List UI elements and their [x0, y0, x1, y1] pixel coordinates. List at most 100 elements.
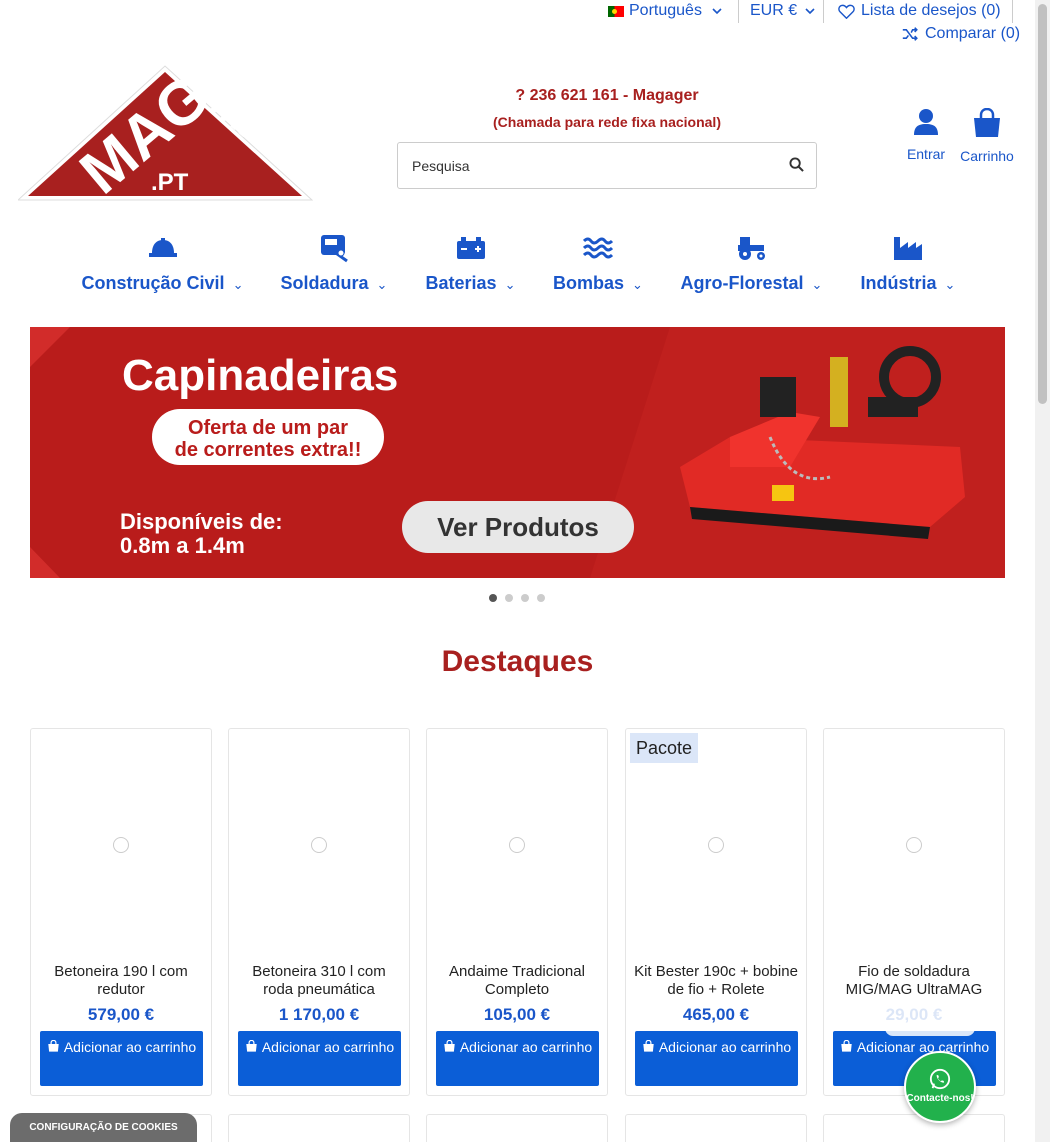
- cart-link[interactable]: Carrinho: [958, 107, 1016, 164]
- top-bar: Português EUR € Lista de desejos (0) Com…: [0, 0, 1035, 46]
- add-to-cart-label: Adicionar ao carrinho: [856, 1039, 990, 1055]
- banner-offer-line1: Oferta de um par: [188, 417, 348, 439]
- product-price: 465,00 €: [682, 1005, 750, 1024]
- carousel-dot[interactable]: [521, 594, 529, 602]
- helmet-icon: [148, 238, 177, 257]
- whatsapp-icon: [929, 1068, 951, 1090]
- svg-text:.PT: .PT: [151, 169, 189, 196]
- carousel-dot[interactable]: [489, 594, 497, 602]
- nav-item-agro-florestal[interactable]: Agro-Florestal ⌄: [679, 232, 824, 294]
- product-card[interactable]: [823, 1114, 1005, 1142]
- nav-label: Baterias: [425, 273, 497, 293]
- shopping-bag-icon: [974, 107, 1000, 137]
- whatsapp-button[interactable]: Contacte-nos!: [904, 1051, 976, 1123]
- product-price: 1 170,00 €: [278, 1005, 360, 1024]
- divider: [1012, 0, 1013, 23]
- product-name[interactable]: Betoneira 310 l com roda pneumática: [237, 963, 401, 999]
- product-card[interactable]: Andaime Tradicional Completo 105,00 € Ad…: [426, 728, 608, 1096]
- battery-icon: [456, 237, 485, 259]
- shopping-bag-icon: [444, 1039, 455, 1052]
- cart-label: Carrinho: [960, 148, 1014, 164]
- tractor-icon: [737, 237, 765, 260]
- nav-item-bombas[interactable]: Bombas ⌄: [552, 232, 644, 294]
- account-link[interactable]: Entrar: [905, 108, 947, 162]
- add-to-cart-button[interactable]: Adicionar ao carrinho: [635, 1031, 798, 1086]
- add-to-cart-label: Adicionar ao carrinho: [658, 1039, 792, 1055]
- nav-item-baterias[interactable]: Baterias ⌄: [424, 232, 517, 294]
- page-scrollbar[interactable]: [1035, 0, 1050, 1142]
- image-loader-icon: [509, 837, 525, 853]
- currency-selector[interactable]: EUR €: [750, 2, 815, 20]
- add-to-cart-button[interactable]: Adicionar ao carrinho: [436, 1031, 599, 1086]
- product-name[interactable]: Betoneira 190 l com redutor: [39, 963, 203, 999]
- shuffle-icon: [902, 27, 918, 41]
- hero-banner[interactable]: Capinadeiras Oferta de um par de corrent…: [30, 327, 1005, 578]
- nav-label: Construção Civil: [81, 273, 225, 293]
- compare-label: Comparar (0): [925, 25, 1021, 42]
- product-card[interactable]: Betoneira 190 l com redutor 579,00 € Adi…: [30, 728, 212, 1096]
- divider: [823, 0, 824, 23]
- product-card[interactable]: [228, 1114, 410, 1142]
- nav-label: Indústria: [860, 273, 937, 293]
- whatsapp-label: Contacte-nos!: [906, 1093, 974, 1104]
- add-to-cart-button[interactable]: Adicionar ao carrinho: [40, 1031, 203, 1086]
- product-card[interactable]: Betoneira 310 l com roda pneumática 1 17…: [228, 728, 410, 1096]
- search-icon: [789, 157, 804, 172]
- pack-badge: Pacote: [630, 733, 699, 763]
- shopping-bag-icon: [841, 1039, 852, 1052]
- chevron-down-icon: ⌄: [504, 277, 516, 292]
- nav-label: Bombas: [553, 273, 625, 293]
- wishlist-link[interactable]: Lista de desejos (0): [838, 2, 1001, 20]
- product-name[interactable]: Andaime Tradicional Completo: [435, 963, 599, 999]
- image-loader-icon: [113, 837, 129, 853]
- product-name[interactable]: Kit Bester 190c + bobine de fio + Rolete: [634, 963, 798, 999]
- banner-availability-line1: Disponíveis de:: [120, 509, 283, 534]
- shopping-bag-icon: [643, 1039, 654, 1052]
- chevron-down-icon: [805, 8, 815, 15]
- nav-item-construcao-civil[interactable]: Construção Civil ⌄: [80, 232, 245, 294]
- scrollbar-thumb[interactable]: [1038, 4, 1047, 404]
- add-to-cart-label: Adicionar ao carrinho: [459, 1039, 593, 1055]
- industry-icon: [894, 237, 922, 260]
- search-box: [397, 142, 817, 189]
- divider: [738, 0, 739, 23]
- product-card[interactable]: [625, 1114, 807, 1142]
- banner-availability-line2: 0.8m a 1.4m: [120, 533, 245, 558]
- welding-icon: [321, 235, 348, 263]
- product-price: 105,00 €: [483, 1005, 551, 1024]
- search-input[interactable]: [398, 143, 768, 188]
- carousel-dot[interactable]: [505, 594, 513, 602]
- image-loader-icon: [311, 837, 327, 853]
- search-button[interactable]: [789, 157, 804, 177]
- phone-number[interactable]: ? 236 621 161 - Magager: [400, 87, 814, 105]
- phone-note: (Chamada para rede fixa nacional): [493, 114, 721, 130]
- add-to-cart-label: Adicionar ao carrinho: [261, 1039, 395, 1055]
- chevron-down-icon: ⌄: [811, 277, 823, 292]
- portugal-flag-icon: [608, 5, 624, 17]
- language-selector[interactable]: Português: [608, 2, 722, 20]
- banner-cta-button[interactable]: Ver Produtos: [437, 512, 599, 542]
- nav-item-soldadura[interactable]: Soldadura ⌄: [279, 232, 389, 294]
- user-icon: [914, 109, 938, 135]
- carousel-dot[interactable]: [537, 594, 545, 602]
- shopping-bag-icon: [246, 1039, 257, 1052]
- main-navigation: Construção Civil ⌄ Soldadura ⌄ Baterias ⌄ B…: [0, 232, 1035, 302]
- cookie-settings-button[interactable]: CONFIGURAÇÃO DE COOKIES: [10, 1113, 197, 1142]
- chevron-down-icon: ⌄: [632, 277, 643, 292]
- product-card[interactable]: Fio de soldadura MIG/MAG UltraMAG 29,00 …: [823, 728, 1005, 1096]
- banner-offer-line2: de correntes extra!!: [175, 439, 362, 461]
- add-to-cart-button[interactable]: Adicionar ao carrinho: [238, 1031, 401, 1086]
- site-logo[interactable]: MAG MAG .PT: [16, 61, 317, 207]
- nav-item-industria[interactable]: Indústria ⌄: [859, 232, 957, 294]
- compare-link[interactable]: Comparar (0): [902, 25, 1020, 43]
- product-card[interactable]: Pacote Kit Bester 190c + bobine de fio +…: [625, 728, 807, 1096]
- carousel-indicators: [489, 594, 545, 602]
- language-label: Português: [629, 2, 702, 19]
- shopping-bag-icon: [48, 1039, 59, 1052]
- product-card[interactable]: [426, 1114, 608, 1142]
- product-price: 579,00 €: [87, 1005, 155, 1024]
- chevron-down-icon: [712, 4, 722, 18]
- currency-label: EUR €: [750, 2, 798, 19]
- add-to-cart-label: Adicionar ao carrinho: [63, 1039, 197, 1055]
- whatsapp-tooltip: [885, 994, 975, 1036]
